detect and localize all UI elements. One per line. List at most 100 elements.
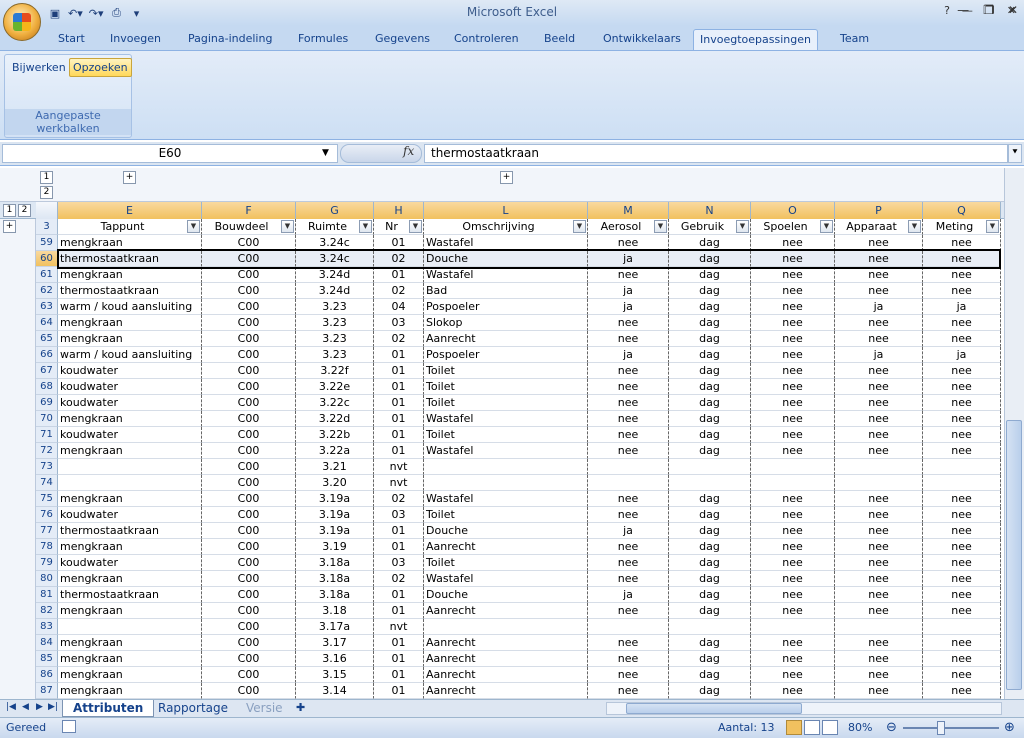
table-cell[interactable]: nee	[751, 635, 835, 651]
row-header[interactable]: 77	[36, 523, 58, 539]
table-cell[interactable]: nee	[835, 315, 923, 331]
table-cell[interactable]: nee	[588, 491, 669, 507]
table-cell[interactable]: Aanrecht	[424, 635, 588, 651]
table-cell[interactable]: nee	[588, 443, 669, 459]
table-cell[interactable]: C00	[202, 651, 296, 667]
table-cell[interactable]: dag	[669, 267, 751, 283]
table-cell[interactable]: Aanrecht	[424, 539, 588, 555]
table-cell[interactable]: C00	[202, 555, 296, 571]
table-cell[interactable]: C00	[202, 459, 296, 475]
table-cell[interactable]: C00	[202, 411, 296, 427]
table-cell[interactable]: C00	[202, 619, 296, 635]
table-cell[interactable]: koudwater	[58, 427, 202, 443]
table-cell[interactable]: nee	[835, 507, 923, 523]
table-cell[interactable]: dag	[669, 427, 751, 443]
normal-view-icon[interactable]	[786, 720, 802, 735]
table-cell[interactable]: nee	[751, 363, 835, 379]
row-outline-level-2[interactable]: 2	[18, 204, 31, 217]
table-cell[interactable]: nvt	[374, 459, 424, 475]
column-header-m[interactable]: M	[588, 202, 669, 219]
table-cell[interactable]: nee	[923, 523, 1001, 539]
tab-gegevens[interactable]: Gegevens	[369, 29, 436, 50]
table-cell[interactable]: nee	[835, 587, 923, 603]
sheet-tab-versie[interactable]: Versie	[236, 700, 293, 717]
table-cell[interactable]: nvt	[374, 475, 424, 491]
filter-dropdown-icon[interactable]: ▼	[573, 220, 586, 233]
table-cell[interactable]: C00	[202, 443, 296, 459]
table-cell[interactable]: 3.17	[296, 635, 374, 651]
vertical-scroll-thumb[interactable]	[1006, 420, 1022, 690]
table-cell[interactable]	[669, 459, 751, 475]
table-cell[interactable]: nee	[835, 427, 923, 443]
table-cell[interactable]: dag	[669, 587, 751, 603]
table-cell[interactable]: nee	[923, 491, 1001, 507]
table-cell[interactable]: C00	[202, 683, 296, 699]
row-header[interactable]: 66	[36, 347, 58, 363]
table-cell[interactable]: nee	[751, 283, 835, 299]
table-cell[interactable]: nee	[835, 555, 923, 571]
table-cell[interactable]: C00	[202, 427, 296, 443]
row-header[interactable]: 65	[36, 331, 58, 347]
table-cell[interactable]: Aanrecht	[424, 331, 588, 347]
table-cell[interactable]: 3.24d	[296, 267, 374, 283]
table-cell[interactable]: 01	[374, 587, 424, 603]
table-cell[interactable]: 01	[374, 635, 424, 651]
table-cell[interactable]: nee	[751, 331, 835, 347]
row-header[interactable]: 3	[36, 219, 58, 235]
table-cell[interactable]: nee	[923, 443, 1001, 459]
table-cell[interactable]: 3.19	[296, 539, 374, 555]
table-cell[interactable]: nee	[588, 363, 669, 379]
table-cell[interactable]: nee	[751, 267, 835, 283]
column-header-e[interactable]: E	[58, 202, 202, 219]
prev-sheet-icon[interactable]: ◀	[22, 702, 29, 712]
table-cell[interactable]: 03	[374, 315, 424, 331]
table-cell[interactable]: C00	[202, 507, 296, 523]
table-cell[interactable]: C00	[202, 523, 296, 539]
table-cell[interactable]: C00	[202, 379, 296, 395]
table-cell[interactable]: C00	[202, 587, 296, 603]
table-cell[interactable]: C00	[202, 571, 296, 587]
table-cell[interactable]: nee	[751, 411, 835, 427]
tab-team[interactable]: Team	[834, 29, 875, 50]
table-cell[interactable]	[424, 475, 588, 491]
horizontal-scroll-thumb[interactable]	[626, 703, 802, 714]
table-cell[interactable]: nee	[835, 379, 923, 395]
table-cell[interactable]: C00	[202, 475, 296, 491]
table-cell[interactable]: nee	[588, 603, 669, 619]
table-cell[interactable]: C00	[202, 283, 296, 299]
table-cell[interactable]: mengkraan	[58, 667, 202, 683]
table-cell[interactable]: koudwater	[58, 507, 202, 523]
table-cell[interactable]: Wastafel	[424, 571, 588, 587]
col-outline-level-2[interactable]: 2	[40, 186, 53, 199]
table-cell[interactable]: dag	[669, 635, 751, 651]
sheet-tab-attributen[interactable]: Attributen	[62, 700, 155, 717]
filter-dropdown-icon[interactable]: ▼	[187, 220, 200, 233]
filter-dropdown-icon[interactable]: ▼	[986, 220, 999, 233]
table-cell[interactable]	[751, 619, 835, 635]
table-cell[interactable]: nee	[751, 507, 835, 523]
column-header-l[interactable]: L	[424, 202, 588, 219]
table-cell[interactable]: nee	[835, 571, 923, 587]
table-cell[interactable]: nee	[751, 443, 835, 459]
row-header[interactable]: 73	[36, 459, 58, 475]
table-cell[interactable]: C00	[202, 363, 296, 379]
tab-invoegtoepassingen[interactable]: Invoegtoepassingen	[693, 29, 818, 50]
table-cell[interactable]: nee	[588, 427, 669, 443]
formula-input[interactable]: thermostaatkraan	[424, 144, 1008, 163]
table-cell[interactable]: warm / koud aansluiting	[58, 299, 202, 315]
table-cell[interactable]: C00	[202, 491, 296, 507]
table-cell[interactable]: nee	[835, 683, 923, 699]
table-cell[interactable]: thermostaatkraan	[58, 283, 202, 299]
table-cell[interactable]: 01	[374, 411, 424, 427]
office-button[interactable]	[3, 3, 41, 41]
table-cell[interactable]	[923, 475, 1001, 491]
tab-pagina-indeling[interactable]: Pagina-indeling	[182, 29, 278, 50]
table-cell[interactable]: Wastafel	[424, 411, 588, 427]
page-break-view-icon[interactable]	[822, 720, 838, 735]
table-cell[interactable]: C00	[202, 395, 296, 411]
table-cell[interactable]: dag	[669, 683, 751, 699]
table-cell[interactable]: 01	[374, 523, 424, 539]
table-cell[interactable]: mengkraan	[58, 571, 202, 587]
row-header[interactable]: 84	[36, 635, 58, 651]
row-header[interactable]: 80	[36, 571, 58, 587]
